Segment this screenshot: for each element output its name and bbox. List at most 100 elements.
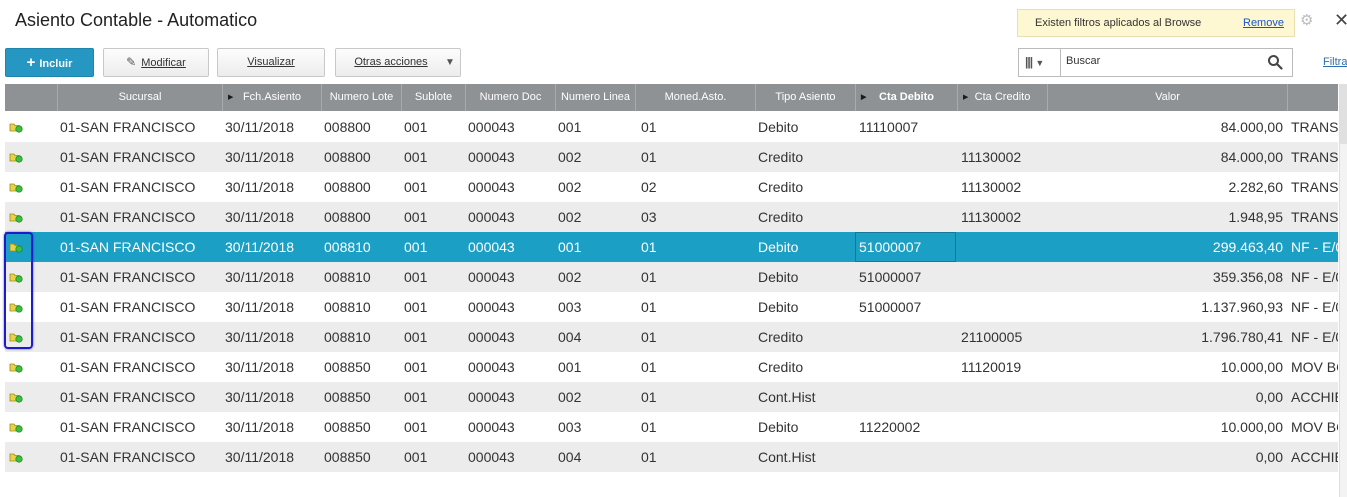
cell-cta-credito xyxy=(961,442,1046,472)
cell-cta-debito: 51000007 xyxy=(859,269,922,285)
cell-numero-lote: 008810 xyxy=(324,269,371,285)
cell-numero-doc: 000043 xyxy=(468,329,515,345)
cell-valor: 10.000,00 xyxy=(1220,419,1283,435)
table-row[interactable]: 01-SAN FRANCISCO 30/11/2018 008810 001 00004… xyxy=(5,262,1338,292)
cell-sublote: 001 xyxy=(404,239,428,255)
cell-numero-doc: 000043 xyxy=(468,119,515,135)
cell-historial: ACCHIE xyxy=(1291,389,1338,405)
legend-status-icon[interactable] xyxy=(9,391,23,403)
cell-fch-asiento: 30/11/2018 xyxy=(225,419,295,435)
col-header-tipo-asiento[interactable]: Tipo Asiento xyxy=(755,84,855,111)
table-row[interactable]: 01-SAN FRANCISCO 30/11/2018 008850 001 00004… xyxy=(5,382,1338,412)
col-header-fch-asiento[interactable]: ▶ Fch.Asiento xyxy=(222,84,321,111)
col-header-cta-debito[interactable]: ▶ Cta Debito xyxy=(855,84,957,111)
scrollbar-thumb[interactable] xyxy=(1340,84,1347,144)
cell-sucursal: 01-SAN FRANCISCO xyxy=(60,239,196,255)
col-header-cta-credito[interactable]: ▶ Cta Credito xyxy=(957,84,1047,111)
col-header-numero-lote[interactable]: Numero Lote xyxy=(321,84,401,111)
cell-cta-debito xyxy=(859,322,954,352)
cell-fch-asiento: 30/11/2018 xyxy=(225,329,295,345)
remove-filter-link[interactable]: Remove xyxy=(1243,17,1284,29)
legend-status-icon[interactable] xyxy=(9,121,23,133)
cell-valor: 10.000,00 xyxy=(1220,359,1283,375)
incluir-button[interactable]: + Incluir xyxy=(5,48,94,77)
grid-header: Sucursal ▶ Fch.Asiento Numero Lote Sublot… xyxy=(5,84,1338,111)
cell-numero-doc: 000043 xyxy=(468,419,515,435)
table-row[interactable]: 01-SAN FRANCISCO 30/11/2018 008800 001 00004… xyxy=(5,172,1338,202)
col-header-sublote[interactable]: Sublote xyxy=(401,84,465,111)
columns-icon: ||| xyxy=(1025,55,1033,69)
cell-tipo-asiento: Credito xyxy=(758,359,804,375)
cell-numero-linea: 002 xyxy=(558,149,582,165)
cell-numero-linea: 001 xyxy=(558,119,582,135)
cell-historial: NF - E/0 xyxy=(1291,269,1338,285)
cell-sucursal: 01-SAN FRANCISCO xyxy=(60,389,196,405)
table-row[interactable]: 01-SAN FRANCISCO 30/11/2018 008810 001 00004… xyxy=(5,292,1338,322)
cell-historial: NF - E/0 xyxy=(1291,239,1338,255)
table-row[interactable]: 01-SAN FRANCISCO 30/11/2018 008800 001 00004… xyxy=(5,112,1338,142)
cell-sublote: 001 xyxy=(404,389,428,405)
cell-sucursal: 01-SAN FRANCISCO xyxy=(60,269,196,285)
table-row[interactable]: 01-SAN FRANCISCO 30/11/2018 008810 001 00004… xyxy=(5,232,1338,262)
legend-status-icon[interactable] xyxy=(9,181,23,193)
table-row[interactable]: 01-SAN FRANCISCO 30/11/2018 008850 001 00004… xyxy=(5,412,1338,442)
otras-acciones-button[interactable]: Otras acciones ▼ xyxy=(335,48,461,77)
otras-acciones-label: Otras acciones xyxy=(354,56,428,68)
cell-fch-asiento: 30/11/2018 xyxy=(225,449,295,465)
visualizar-button[interactable]: Visualizar xyxy=(217,48,325,77)
filtrar-link[interactable]: Filtra xyxy=(1323,56,1347,68)
cell-valor: 0,00 xyxy=(1255,389,1283,405)
col-header-sucursal[interactable]: Sucursal xyxy=(57,84,222,111)
search-input[interactable] xyxy=(1066,55,1256,67)
cell-sucursal: 01-SAN FRANCISCO xyxy=(60,359,196,375)
cell-historial: TRANS xyxy=(1291,119,1338,135)
cell-numero-linea: 002 xyxy=(558,209,582,225)
cell-tipo-asiento: Cont.Hist xyxy=(758,449,816,465)
col-header-legend[interactable] xyxy=(5,84,57,111)
view-mode-select[interactable]: ||| ▼ xyxy=(1018,48,1060,77)
cell-tipo-asiento: Debito xyxy=(758,269,799,285)
sort-arrow-icon: ▶ xyxy=(228,94,234,101)
cell-sucursal: 01-SAN FRANCISCO xyxy=(60,329,196,345)
sort-arrow-icon: ▶ xyxy=(963,94,969,101)
cell-historial: TRANS xyxy=(1291,179,1338,195)
cell-historial: MOV BC xyxy=(1291,419,1338,435)
col-header-valor[interactable]: Valor xyxy=(1047,84,1287,111)
table-row[interactable]: 01-SAN FRANCISCO 30/11/2018 008800 001 00004… xyxy=(5,202,1338,232)
cell-moned-asto: 01 xyxy=(641,449,657,465)
gear-icon[interactable]: ⚙ xyxy=(1300,13,1314,28)
table-row[interactable]: 01-SAN FRANCISCO 30/11/2018 008850 001 00004… xyxy=(5,352,1338,382)
search-icon[interactable] xyxy=(1267,54,1283,70)
close-icon[interactable]: ✕ xyxy=(1334,11,1347,29)
legend-status-icon[interactable] xyxy=(9,361,23,373)
legend-status-icon[interactable] xyxy=(9,451,23,463)
cell-valor: 2.282,60 xyxy=(1228,179,1284,195)
table-row[interactable]: 01-SAN FRANCISCO 30/11/2018 008850 001 00004… xyxy=(5,442,1338,472)
cell-tipo-asiento: Debito xyxy=(758,239,799,255)
col-header-historial[interactable] xyxy=(1287,84,1338,111)
table-row[interactable]: 01-SAN FRANCISCO 30/11/2018 008810 001 00004… xyxy=(5,322,1338,352)
cell-numero-linea: 004 xyxy=(558,449,582,465)
col-header-moned-asto[interactable]: Moned.Asto. xyxy=(635,84,755,111)
cell-sublote: 001 xyxy=(404,299,428,315)
col-header-numero-doc[interactable]: Numero Doc xyxy=(465,84,555,111)
cell-valor: 359.356,08 xyxy=(1212,269,1283,285)
cell-numero-linea: 002 xyxy=(558,269,582,285)
col-header-numero-linea[interactable]: Numero Linea xyxy=(555,84,635,111)
modificar-button[interactable]: ✎ Modificar xyxy=(103,48,209,77)
cell-fch-asiento: 30/11/2018 xyxy=(225,119,295,135)
cell-tipo-asiento: Cont.Hist xyxy=(758,389,816,405)
cell-moned-asto: 01 xyxy=(641,299,657,315)
cell-tipo-asiento: Debito xyxy=(758,419,799,435)
legend-status-icon[interactable] xyxy=(9,211,23,223)
cell-sucursal: 01-SAN FRANCISCO xyxy=(60,449,196,465)
cell-sublote: 001 xyxy=(404,119,428,135)
legend-status-icon[interactable] xyxy=(9,421,23,433)
cell-numero-lote: 008850 xyxy=(324,389,371,405)
table-row[interactable]: 01-SAN FRANCISCO 30/11/2018 008800 001 00004… xyxy=(5,142,1338,172)
legend-status-icon[interactable] xyxy=(9,151,23,163)
modificar-label: Modificar xyxy=(141,57,186,69)
cell-cta-credito: 11130002 xyxy=(961,179,1022,195)
vertical-scrollbar[interactable] xyxy=(1339,84,1347,497)
cell-numero-doc: 000043 xyxy=(468,449,515,465)
